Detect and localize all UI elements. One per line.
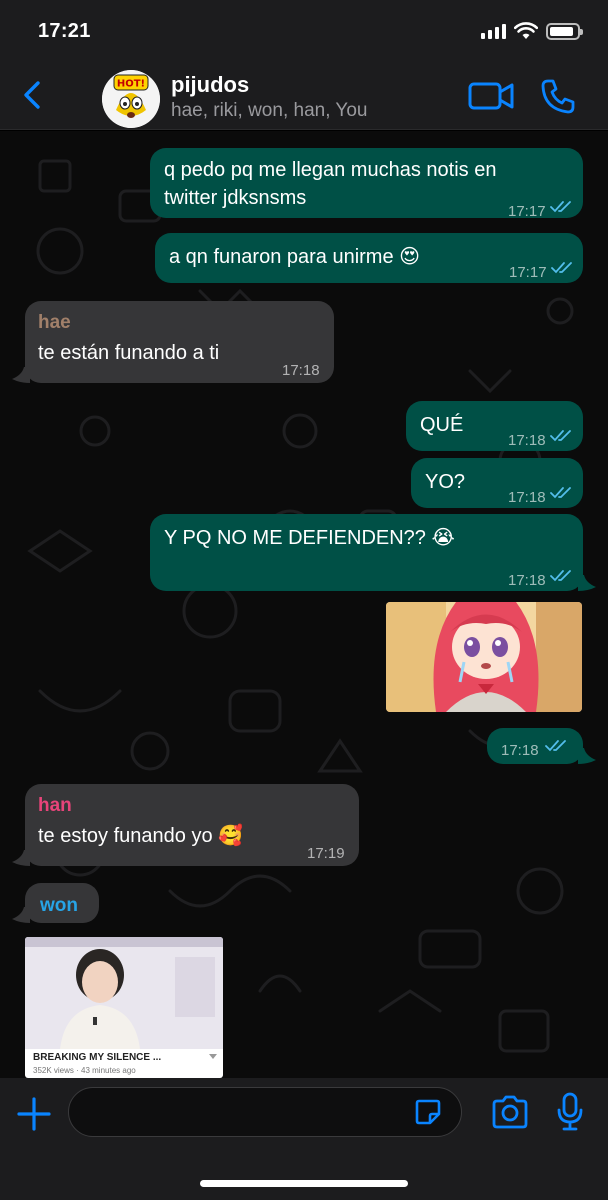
read-double-check-icon bbox=[550, 570, 571, 582]
video-camera-icon[interactable] bbox=[468, 80, 514, 112]
outgoing-message[interactable]: 17:18 bbox=[487, 728, 583, 764]
camera-icon[interactable] bbox=[490, 1094, 530, 1130]
message-input[interactable] bbox=[68, 1087, 462, 1137]
sender-name[interactable]: hae bbox=[38, 309, 71, 337]
message-time: 17:18 bbox=[508, 432, 546, 449]
bubble-tail bbox=[12, 367, 30, 383]
video-preview-image bbox=[25, 937, 223, 1049]
home-indicator[interactable] bbox=[200, 1180, 408, 1187]
status-bar: 17:21 bbox=[0, 0, 608, 60]
outgoing-message[interactable]: q pedo pq me llegan muchas notis en twit… bbox=[150, 148, 583, 220]
message-text: te estoy funando yo 🥰 bbox=[38, 825, 244, 847]
read-double-check-icon bbox=[550, 430, 571, 442]
message-time: 17:18 bbox=[508, 572, 546, 589]
message-text: YO? bbox=[425, 471, 466, 493]
svg-text:HOT!: HOT! bbox=[117, 79, 145, 90]
phone-icon[interactable] bbox=[540, 78, 576, 114]
avatar-image: HOT! bbox=[102, 70, 160, 128]
crying-anime-girl-image[interactable] bbox=[386, 602, 582, 712]
sticker-icon[interactable] bbox=[414, 1098, 442, 1126]
chevron-left-icon[interactable] bbox=[18, 78, 48, 112]
message-text-line: q pedo pq me llegan muchas notis en bbox=[164, 159, 497, 181]
incoming-message[interactable]: hae te están funando a ti 17:18 bbox=[25, 301, 334, 383]
sender-name[interactable]: won bbox=[40, 892, 78, 920]
outgoing-message[interactable]: YO? 17:18 bbox=[411, 458, 583, 508]
chat-members[interactable]: hae, riki, won, han, You bbox=[171, 100, 367, 122]
status-icons bbox=[481, 22, 583, 40]
chat-area[interactable]: q pedo pq me llegan muchas notis en twit… bbox=[0, 131, 608, 1078]
message-text: Y PQ NO ME DEFIENDEN?? 😭 bbox=[164, 527, 455, 549]
message-text: te están funando a ti bbox=[38, 342, 220, 364]
plus-icon[interactable] bbox=[16, 1096, 52, 1132]
message-text: a qn funaron para unirme 😍 bbox=[169, 246, 420, 268]
status-time: 17:21 bbox=[38, 20, 91, 42]
message-time: 17:19 bbox=[307, 845, 345, 862]
wifi-icon bbox=[514, 22, 538, 39]
video-meta: 352K views · 43 minutes ago bbox=[33, 1066, 136, 1075]
read-double-check-icon bbox=[545, 740, 566, 752]
bubble-tail bbox=[578, 748, 596, 764]
bubble-tail bbox=[578, 575, 596, 591]
bubble-tail bbox=[12, 907, 30, 923]
chevron-down-icon bbox=[209, 1054, 217, 1059]
message-time: 17:17 bbox=[509, 264, 547, 281]
sender-name[interactable]: han bbox=[38, 792, 72, 820]
group-avatar[interactable]: HOT! bbox=[102, 70, 160, 128]
read-double-check-icon bbox=[550, 201, 571, 213]
microphone-icon[interactable] bbox=[556, 1092, 584, 1132]
chat-header: HOT! pijudos hae, riki, won, han, You bbox=[0, 60, 608, 130]
incoming-message[interactable]: han te estoy funando yo 🥰 17:19 bbox=[25, 784, 359, 866]
message-text-line: twitter jdksnsms bbox=[164, 187, 307, 209]
message-time: 17:18 bbox=[501, 742, 539, 759]
battery-icon bbox=[546, 22, 583, 40]
message-input-bar bbox=[0, 1078, 608, 1200]
cellular-signal-icon bbox=[481, 23, 506, 39]
video-thumbnail[interactable]: BREAKING MY SILENCE ... 352K views · 43 … bbox=[25, 937, 223, 1078]
video-title: BREAKING MY SILENCE ... bbox=[33, 1052, 162, 1063]
bubble-tail bbox=[12, 850, 30, 866]
message-time: 17:18 bbox=[282, 362, 320, 379]
outgoing-message[interactable]: Y PQ NO ME DEFIENDEN?? 😭 17:18 bbox=[150, 514, 583, 591]
chat-title[interactable]: pijudos bbox=[171, 72, 249, 98]
read-double-check-icon bbox=[550, 487, 571, 499]
message-time: 17:17 bbox=[508, 203, 546, 220]
message-time: 17:18 bbox=[508, 489, 546, 506]
message-text: QUÉ bbox=[420, 414, 464, 436]
outgoing-message[interactable]: a qn funaron para unirme 😍 17:17 bbox=[155, 233, 583, 283]
read-double-check-icon bbox=[551, 262, 572, 274]
incoming-message[interactable]: won bbox=[25, 883, 99, 923]
outgoing-message[interactable]: QUÉ 17:18 bbox=[406, 401, 583, 451]
